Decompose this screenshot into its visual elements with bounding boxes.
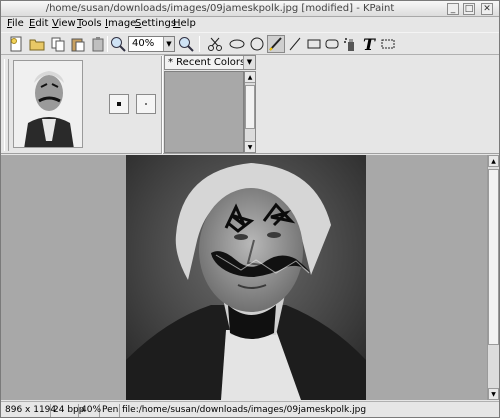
rounded-rectangle-icon[interactable] xyxy=(323,35,341,53)
scissors-icon[interactable] xyxy=(206,35,224,53)
scroll-up-icon[interactable]: ▲ xyxy=(245,72,255,83)
circle-icon[interactable] xyxy=(248,35,266,53)
portrait-image[interactable] xyxy=(126,155,366,400)
spray-can-icon[interactable] xyxy=(342,35,360,53)
status-file: file:/home/susan/downloads/images/09jame… xyxy=(122,405,367,415)
zoom-value: 40% xyxy=(132,38,155,49)
main-toolbar: 40% ▼ T xyxy=(1,32,499,55)
zoom-in-icon[interactable] xyxy=(109,35,127,53)
menu-file[interactable]: File xyxy=(7,18,24,29)
menu-image-label: mage xyxy=(107,18,137,29)
scroll-down-icon[interactable]: ▼ xyxy=(488,388,499,400)
status-zoom: 40% xyxy=(81,404,102,417)
clipboard-icon[interactable] xyxy=(89,35,107,53)
zoom-out-icon[interactable] xyxy=(177,35,195,53)
window-title: /home/susan/downloads/images/09jameskpol… xyxy=(45,3,395,14)
rectangle-icon[interactable] xyxy=(305,35,323,53)
chevron-down-icon[interactable]: ▼ xyxy=(243,56,255,69)
menu-edit[interactable]: Edit xyxy=(29,18,48,29)
panel-divider xyxy=(161,56,163,154)
title-bar[interactable]: /home/susan/downloads/images/09jameskpol… xyxy=(1,1,499,17)
scrollbar-thumb[interactable] xyxy=(245,85,255,129)
menu-help[interactable]: Help xyxy=(173,18,196,29)
new-document-icon[interactable] xyxy=(7,35,25,53)
zoom-select[interactable]: 40% ▼ xyxy=(128,36,175,52)
kpaint-window: /home/susan/downloads/images/09jameskpol… xyxy=(0,0,500,418)
menu-file-label: ile xyxy=(12,18,24,29)
menu-view-label: iew xyxy=(58,18,76,29)
menu-view[interactable]: View xyxy=(52,18,76,29)
menu-settings-label: ettings xyxy=(141,18,177,29)
image-thumbnail[interactable] xyxy=(13,60,83,148)
status-bar: 896 x 1194 24 bpp 40% Pen file:/home/sus… xyxy=(1,401,499,417)
recent-colors-scrollbar[interactable]: ▲ ▼ xyxy=(244,71,256,153)
scroll-down-icon[interactable]: ▼ xyxy=(245,141,255,152)
close-button[interactable]: ✕ xyxy=(481,3,493,15)
pen-icon[interactable] xyxy=(267,35,285,53)
selection-rectangle-icon[interactable] xyxy=(379,35,397,53)
scroll-up-icon[interactable]: ▲ xyxy=(488,155,499,167)
status-dimensions: 896 x 1194 xyxy=(5,404,57,417)
menu-help-label: elp xyxy=(180,18,196,29)
chevron-down-icon[interactable]: ▼ xyxy=(163,37,174,51)
canvas-vertical-scrollbar[interactable]: ▲ ▼ xyxy=(487,155,499,400)
brush-size-small[interactable] xyxy=(109,94,129,114)
recent-colors-select[interactable]: * Recent Colors * ▼ xyxy=(164,55,256,70)
panel-drag-handle[interactable] xyxy=(4,59,9,151)
minimize-button[interactable]: _ xyxy=(447,3,459,15)
line-icon[interactable] xyxy=(286,35,304,53)
menu-edit-label: dit xyxy=(35,18,49,29)
ellipse-icon[interactable] xyxy=(228,35,246,53)
menu-help-mnemonic: H xyxy=(173,18,181,29)
toolbar-separator xyxy=(107,36,108,52)
paste-icon[interactable] xyxy=(69,35,87,53)
canvas-area[interactable] xyxy=(1,155,487,400)
menu-bar: File Edit View Tools Image Settings Help xyxy=(1,17,499,32)
brush-dot-icon xyxy=(117,102,121,106)
copy-icon[interactable] xyxy=(49,35,67,53)
open-folder-icon[interactable] xyxy=(28,35,46,53)
scrollbar-thumb[interactable] xyxy=(488,169,499,345)
status-tool: Pen xyxy=(102,404,120,417)
menu-image[interactable]: Image xyxy=(105,18,136,29)
toolbar-separator xyxy=(199,36,200,52)
recent-colors-list[interactable] xyxy=(164,71,244,153)
brush-size-tiny[interactable] xyxy=(136,94,156,114)
menu-tools-label: ools xyxy=(81,18,102,29)
menu-settings[interactable]: Settings xyxy=(135,18,176,29)
brush-dot-small-icon xyxy=(145,103,147,105)
menu-view-mnemonic: V xyxy=(52,18,59,29)
maximize-button[interactable]: □ xyxy=(463,3,475,15)
recent-colors-label: * Recent Colors * xyxy=(168,57,254,68)
text-icon[interactable]: T xyxy=(360,35,378,54)
menu-tools[interactable]: Tools xyxy=(77,18,102,29)
status-depth: 24 bpp xyxy=(53,404,85,417)
